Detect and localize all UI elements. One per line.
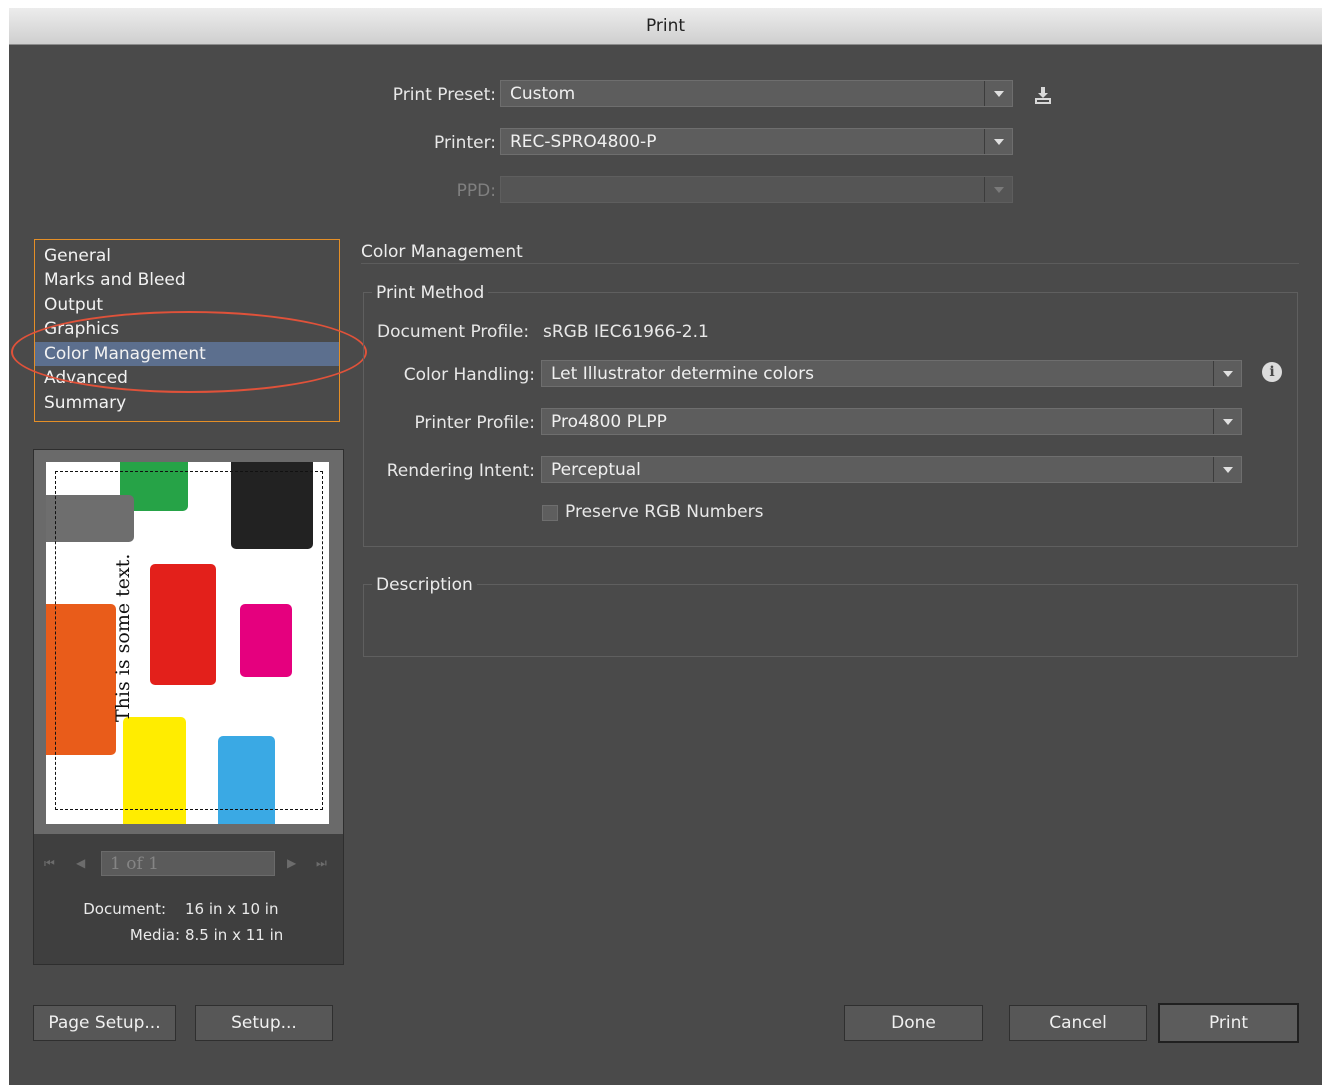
page-navigator: ⏮ ◀ 1 of 1 ▶ ⏭ xyxy=(34,847,343,877)
info-icon[interactable]: i xyxy=(1262,362,1282,382)
save-preset-icon[interactable] xyxy=(1032,84,1054,106)
last-page-icon[interactable]: ⏭ xyxy=(316,856,327,871)
done-button[interactable]: Done xyxy=(844,1005,983,1041)
media-size-label: Media: xyxy=(129,926,180,944)
printable-area-outline xyxy=(55,471,323,810)
print-preset-value: Custom xyxy=(510,84,576,104)
color-handling-label: Color Handling: xyxy=(403,365,535,385)
print-button[interactable]: Print xyxy=(1158,1003,1299,1043)
sidebar-item-label: General xyxy=(44,246,111,266)
setup-button[interactable]: Setup... xyxy=(195,1005,333,1041)
printer-profile-dropdown[interactable]: Pro4800 PLPP xyxy=(541,408,1242,435)
rendering-intent-dropdown[interactable]: Perceptual xyxy=(541,456,1242,483)
sidebar-item-label: Marks and Bleed xyxy=(44,270,186,290)
document-size-label: Document: xyxy=(83,900,166,918)
first-page-icon[interactable]: ⏮ xyxy=(44,856,55,871)
sidebar-item-marks-and-bleed[interactable]: Marks and Bleed xyxy=(35,268,339,292)
preview-page: This is some text. xyxy=(46,462,329,824)
printer-value: REC-SPRO4800-P xyxy=(510,132,657,152)
printer-dropdown[interactable]: REC-SPRO4800-P xyxy=(500,128,1013,155)
color-handling-value: Let Illustrator determine colors xyxy=(551,364,815,384)
description-group xyxy=(363,584,1298,657)
print-preset-dropdown[interactable]: Custom xyxy=(500,80,1013,107)
chevron-down-icon xyxy=(984,81,1012,106)
preview-area[interactable]: This is some text. xyxy=(34,450,343,834)
media-size-value: 8.5 in x 11 in xyxy=(185,926,284,944)
sidebar-item-general[interactable]: General xyxy=(35,244,339,268)
printer-profile-value: Pro4800 PLPP xyxy=(551,412,667,432)
section-divider xyxy=(361,263,1299,264)
print-dialog: Print Print Preset: Custom Printer: REC-… xyxy=(9,8,1322,1085)
document-profile-label: Document Profile: xyxy=(377,322,530,342)
preserve-rgb-label: Preserve RGB Numbers xyxy=(565,502,764,522)
preserve-rgb-checkbox[interactable] xyxy=(542,505,558,521)
description-title: Description xyxy=(372,575,477,595)
chevron-down-icon xyxy=(984,129,1012,154)
page-sample-text: This is some text. xyxy=(112,553,134,722)
chevron-down-icon xyxy=(1213,361,1241,386)
printer-label: Printer: xyxy=(434,133,496,153)
document-profile-value: sRGB IEC61966-2.1 xyxy=(543,322,709,342)
color-handling-dropdown[interactable]: Let Illustrator determine colors xyxy=(541,360,1242,387)
annotation-circle xyxy=(11,311,367,393)
chevron-down-icon xyxy=(984,177,1012,202)
print-preset-label: Print Preset: xyxy=(392,85,496,105)
rendering-intent-label: Rendering Intent: xyxy=(386,461,535,481)
sidebar-item-label: Summary xyxy=(44,393,127,413)
print-preview-panel: This is some text. ⏮ ◀ 1 of 1 ▶ ⏭ Docume… xyxy=(33,449,344,965)
ppd-label: PPD: xyxy=(456,181,496,201)
cancel-button[interactable]: Cancel xyxy=(1009,1005,1147,1041)
chevron-down-icon xyxy=(1213,457,1241,482)
rendering-intent-value: Perceptual xyxy=(551,460,641,480)
section-title: Color Management xyxy=(361,242,523,262)
document-size-value: 16 in x 10 in xyxy=(185,900,279,918)
window-title: Print xyxy=(645,16,686,36)
print-method-title: Print Method xyxy=(372,283,489,303)
sidebar-item-summary[interactable]: Summary xyxy=(35,391,339,415)
page-number-field[interactable]: 1 of 1 xyxy=(101,851,275,876)
printer-profile-label: Printer Profile: xyxy=(414,413,535,433)
chevron-down-icon xyxy=(1213,409,1241,434)
next-page-icon[interactable]: ▶ xyxy=(287,856,296,870)
sidebar-item-label: Output xyxy=(44,295,104,315)
previous-page-icon[interactable]: ◀ xyxy=(76,856,85,870)
page-setup-button[interactable]: Page Setup... xyxy=(33,1005,176,1041)
title-bar: Print xyxy=(9,8,1322,45)
ppd-dropdown xyxy=(500,176,1013,203)
